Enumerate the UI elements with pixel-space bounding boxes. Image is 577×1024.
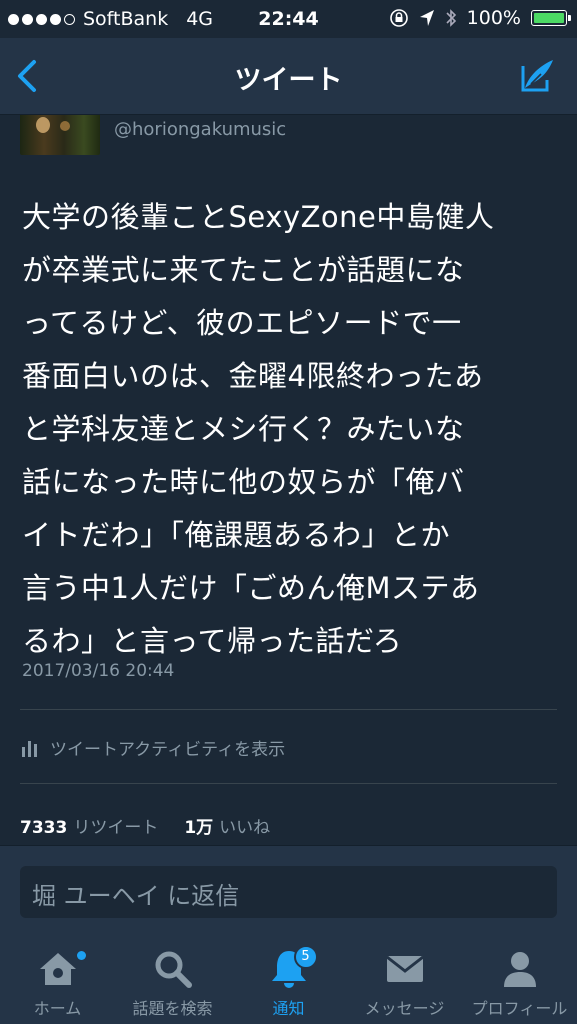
search-icon xyxy=(155,951,192,988)
notification-badge: 5 xyxy=(293,945,318,969)
divider xyxy=(20,709,557,710)
tweet-text: 大学の後輩ことSexyZone中島健人 が卒業式に来てたことが話題にな ってるけ… xyxy=(22,191,562,668)
reply-input[interactable]: 堀 ユーヘイ に返信 xyxy=(20,866,557,918)
divider xyxy=(20,783,557,784)
tab-label: プロフィール xyxy=(471,999,568,1018)
tab-label: 話題を検索 xyxy=(132,999,213,1018)
retweet-count[interactable]: 7333 xyxy=(20,818,67,838)
tweet-activity-link[interactable]: ツイートアクティビティを表示 xyxy=(20,735,285,760)
battery-percent: 100% xyxy=(466,7,521,29)
bluetooth-icon xyxy=(446,9,456,27)
avatar[interactable] xyxy=(20,115,100,155)
tweet-text-line: 大学の後輩ことSexyZone中島健人 xyxy=(22,200,495,234)
tab-bar: ホーム 話題を検索 5 通知 メッセージ プロフィール xyxy=(0,937,577,1024)
reply-bar: 堀 ユーヘイ に返信 xyxy=(0,845,577,938)
tweet-activity-label: ツイートアクティビティを表示 xyxy=(50,740,286,760)
tweet-text-line: と学科友達とメシ行く？みたいな xyxy=(22,412,465,446)
location-arrow-icon xyxy=(419,10,434,26)
tab-notifications[interactable]: 5 通知 xyxy=(230,937,347,1024)
retweet-label[interactable]: リツイート xyxy=(73,813,158,838)
orientation-lock-icon xyxy=(389,9,408,27)
tweet-text-line: イトだわ」「俺課題あるわ」とか xyxy=(22,518,451,552)
tab-label: ホーム xyxy=(33,999,82,1018)
bar-chart-icon xyxy=(22,740,37,757)
tab-label: メッセージ xyxy=(364,999,445,1018)
tab-label: 通知 xyxy=(272,999,305,1018)
like-label[interactable]: いいね xyxy=(219,813,270,838)
like-count[interactable]: 1万 xyxy=(184,813,213,838)
tweet-text-line: が卒業式に来てたことが話題にな xyxy=(22,253,465,287)
tweet-detail: @horiongakumusic 大学の後輩ことSexyZone中島健人 が卒業… xyxy=(0,115,577,845)
tab-messages[interactable]: メッセージ xyxy=(347,937,462,1024)
tweet-text-line: 話になった時に他の奴らが「俺バ xyxy=(22,465,465,499)
tweet-text-line: 番面白いのは、金曜4限終わったあ xyxy=(22,359,484,393)
new-content-dot xyxy=(76,951,86,960)
navigation-bar: ツイート xyxy=(0,38,577,115)
page-title: ツイート xyxy=(234,65,343,96)
compose-tweet-button[interactable] xyxy=(517,56,557,96)
tab-search[interactable]: 話題を検索 xyxy=(115,937,230,1024)
engagement-counts: 7333 リツイート 1万 いいね xyxy=(20,813,270,838)
tweet-timestamp: 2017/03/16 20:44 xyxy=(22,661,175,681)
tweet-text-line: 言う中1人だけ「ごめん俺Mステあ xyxy=(22,571,480,605)
tweet-text-line: ってるけど、彼のエピソードで一 xyxy=(22,306,462,340)
profile-icon xyxy=(503,952,536,987)
tab-home[interactable]: ホーム xyxy=(0,937,115,1024)
status-right: 100% xyxy=(389,7,571,29)
envelope-icon xyxy=(385,955,424,982)
status-bar: SoftBank 4G 22:44 100% xyxy=(0,0,577,38)
home-icon xyxy=(39,953,76,985)
user-handle[interactable]: @horiongakumusic xyxy=(114,119,286,140)
battery-icon xyxy=(531,10,571,26)
tab-profile[interactable]: プロフィール xyxy=(462,937,577,1024)
